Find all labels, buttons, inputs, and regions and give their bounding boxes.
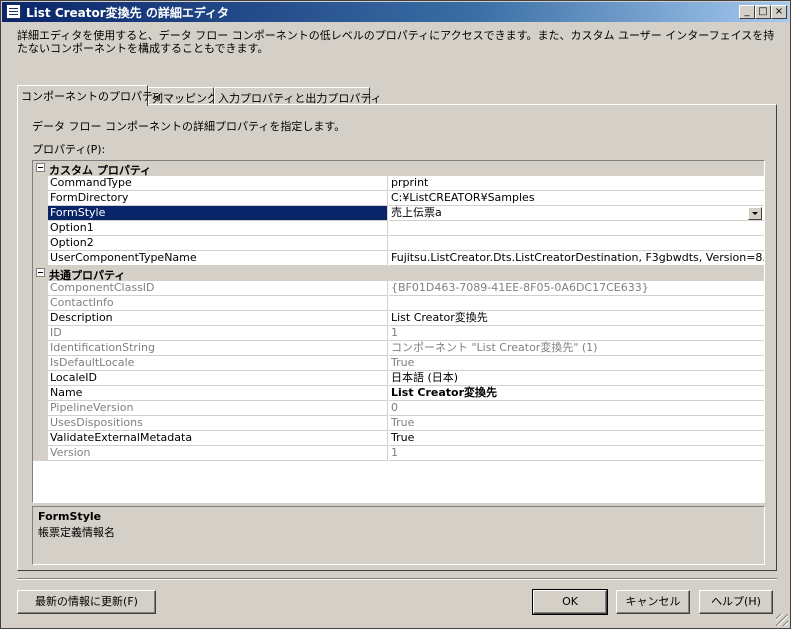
tab-input-output-properties[interactable]: 入力プロパティと出力プロパティ: [214, 87, 382, 105]
property-value[interactable]: C:¥ListCREATOR¥Samples: [389, 191, 764, 206]
property-value[interactable]: 日本語 (日本): [389, 371, 764, 386]
property-value[interactable]: 売上伝票a: [389, 206, 764, 221]
property-row-option1[interactable]: Option1: [33, 221, 764, 236]
property-row-formstyle[interactable]: FormStyle 売上伝票a: [33, 206, 764, 221]
property-row-description[interactable]: Description List Creator変換先: [33, 311, 764, 326]
category-common-properties[interactable]: 共通プロパティ: [33, 266, 764, 282]
property-row-isdefaultlocale[interactable]: IsDefaultLocale True: [33, 356, 764, 371]
property-name: UsesDispositions: [48, 416, 388, 431]
property-value[interactable]: 1: [389, 326, 764, 341]
maximize-button[interactable]: □: [755, 5, 771, 19]
property-value[interactable]: コンポーネント "List Creator変換先" (1): [389, 341, 764, 356]
ok-button[interactable]: OK: [532, 589, 608, 615]
property-row-localeid[interactable]: LocaleID 日本語 (日本): [33, 371, 764, 386]
property-row-usesdispositions[interactable]: UsesDispositions True: [33, 416, 764, 431]
property-name: ValidateExternalMetadata: [48, 431, 388, 446]
property-name: IdentificationString: [48, 341, 388, 356]
property-name: ID: [48, 326, 388, 341]
property-name: PipelineVersion: [48, 401, 388, 416]
property-row-formdirectory[interactable]: FormDirectory C:¥ListCREATOR¥Samples: [33, 191, 764, 206]
property-value[interactable]: 0: [389, 401, 764, 416]
close-button[interactable]: ×: [771, 5, 787, 19]
property-value[interactable]: True: [389, 431, 764, 446]
property-help-pane: FormStyle 帳票定義情報名: [32, 506, 765, 565]
property-name: CommandType: [48, 176, 388, 191]
property-row-validateexternalmetadata[interactable]: ValidateExternalMetadata True: [33, 431, 764, 446]
property-value[interactable]: True: [389, 356, 764, 371]
properties-label: プロパティ(P):: [32, 143, 106, 156]
editor-description: 詳細エディタを使用すると、データ フロー コンポーネントの低レベルのプロパティに…: [17, 29, 775, 55]
property-value[interactable]: List Creator変換先: [389, 386, 764, 401]
resize-grip-icon[interactable]: [776, 614, 788, 626]
collapse-icon[interactable]: [36, 268, 45, 277]
property-value[interactable]: List Creator変換先: [389, 311, 764, 326]
property-name: Option1: [48, 221, 388, 236]
property-row-id[interactable]: ID 1: [33, 326, 764, 341]
tab-panel: データ フロー コンポーネントの詳細プロパティを指定します。 プロパティ(P):…: [17, 104, 777, 571]
property-name: LocaleID: [48, 371, 388, 386]
property-value[interactable]: [389, 236, 764, 251]
property-value[interactable]: {BF01D463-7089-41EE-8F05-0A6DC17CE633}: [389, 281, 764, 296]
property-row-name[interactable]: Name List Creator変換先: [33, 386, 764, 401]
collapse-icon[interactable]: [36, 163, 45, 172]
property-name: FormStyle: [48, 206, 388, 221]
help-text: 帳票定義情報名: [38, 526, 115, 539]
property-row-usercomponenttypename[interactable]: UserComponentTypeName Fujitsu.ListCreato…: [33, 251, 764, 266]
property-name: IsDefaultLocale: [48, 356, 388, 371]
panel-description: データ フロー コンポーネントの詳細プロパティを指定します。: [32, 120, 346, 133]
window-app-icon: [6, 4, 21, 19]
property-row-componentclassid[interactable]: ComponentClassID {BF01D463-7089-41EE-8F0…: [33, 281, 764, 296]
property-name: Name: [48, 386, 388, 401]
property-name: Version: [48, 446, 388, 461]
property-value[interactable]: [389, 221, 764, 236]
separator: [17, 578, 777, 580]
property-row-identificationstring[interactable]: IdentificationString コンポーネント "List Creat…: [33, 341, 764, 356]
property-name: Option2: [48, 236, 388, 251]
help-button[interactable]: ヘルプ(H): [699, 590, 773, 614]
property-name: ComponentClassID: [48, 281, 388, 296]
property-grid[interactable]: カスタム プロパティ CommandType prprint FormDirec…: [32, 160, 765, 503]
cancel-button[interactable]: キャンセル: [616, 590, 690, 614]
property-value[interactable]: True: [389, 416, 764, 431]
tab-component-properties[interactable]: コンポーネントのプロパティ: [17, 85, 163, 106]
property-name: Description: [48, 311, 388, 326]
property-name: ContactInfo: [48, 296, 388, 311]
property-value[interactable]: [389, 296, 764, 311]
property-row-option2[interactable]: Option2: [33, 236, 764, 251]
dropdown-arrow-icon[interactable]: [748, 207, 762, 220]
window-title: List Creator変換先 の詳細エディタ: [26, 6, 230, 20]
minimize-button[interactable]: _: [739, 5, 755, 19]
property-value[interactable]: 1: [389, 446, 764, 461]
property-name: FormDirectory: [48, 191, 388, 206]
property-value[interactable]: Fujitsu.ListCreator.Dts.ListCreatorDesti…: [389, 251, 764, 266]
advanced-editor-window: List Creator変換先 の詳細エディタ _ □ × 詳細エディタを使用す…: [0, 0, 791, 629]
property-row-contactinfo[interactable]: ContactInfo: [33, 296, 764, 311]
refresh-button[interactable]: 最新の情報に更新(F): [17, 590, 156, 614]
property-value[interactable]: prprint: [389, 176, 764, 191]
property-row-version[interactable]: Version 1: [33, 446, 764, 461]
category-custom-properties[interactable]: カスタム プロパティ: [33, 161, 764, 177]
property-name: UserComponentTypeName: [48, 251, 388, 266]
help-title: FormStyle: [38, 510, 102, 523]
property-row-commandtype[interactable]: CommandType prprint: [33, 176, 764, 191]
title-bar[interactable]: List Creator変換先 の詳細エディタ _ □ ×: [2, 2, 789, 22]
property-row-pipelineversion[interactable]: PipelineVersion 0: [33, 401, 764, 416]
